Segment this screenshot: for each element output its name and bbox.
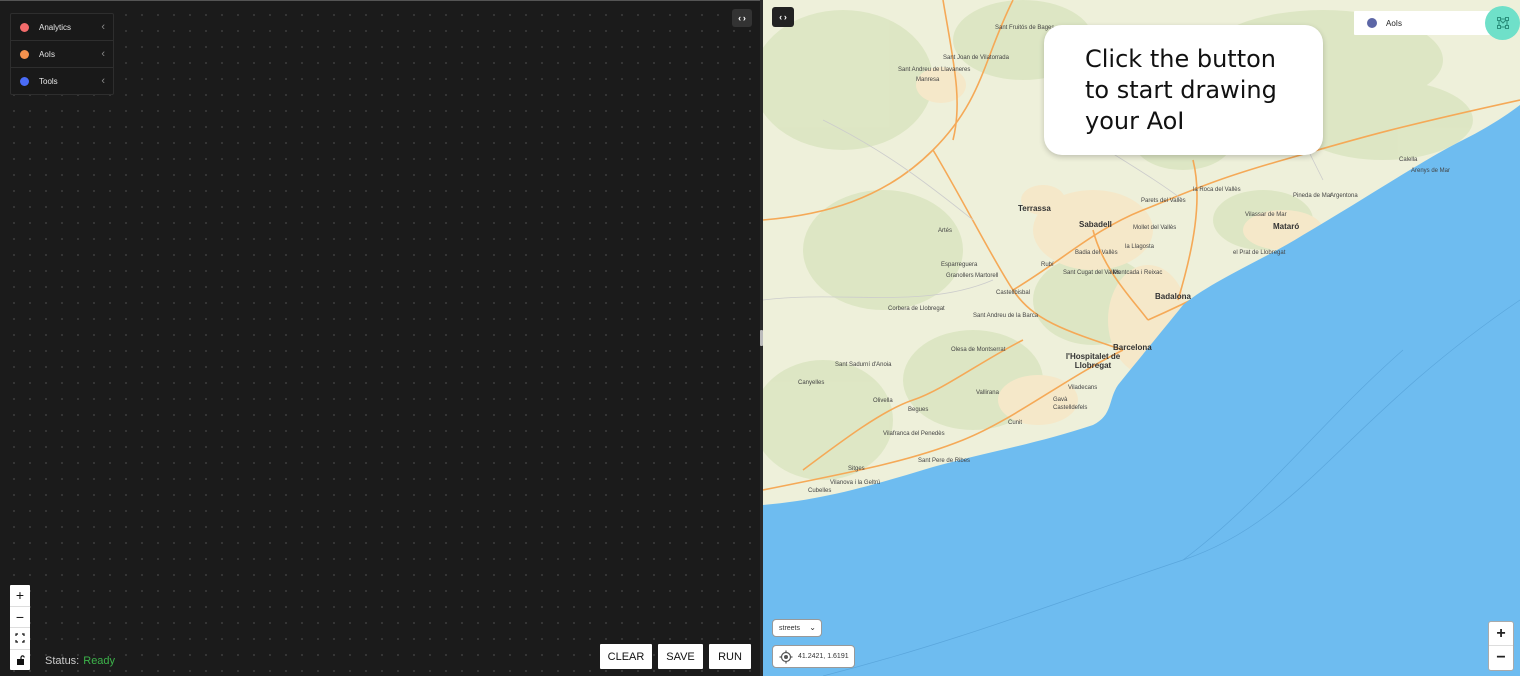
map-label: Pineda de Mar [1293,193,1333,199]
lock-button[interactable] [10,650,30,671]
chevron-left-icon: ‹ [101,48,105,60]
map-style-select[interactable]: streets ⌄ [772,619,822,637]
menu-item-analytics[interactable]: Analytics ‹ [11,14,113,41]
menu-item-tools[interactable]: Tools ‹ [11,68,113,94]
map-label: Badia del Vallès [1075,250,1118,256]
map-label: Sant Fruitós de Bages [995,25,1055,31]
coordinates-display[interactable]: 41.2421, 1.6191 [772,645,855,668]
map-label: la Llagosta [1125,244,1155,250]
code-brackets-icon: ‹ › [738,13,746,23]
map-label: Vilanova i la Geltrú [830,480,881,486]
map-label: Vallirana [976,390,999,396]
chevron-down-icon: ⌄ [809,623,816,632]
map-label-badalona: Badalona [1155,292,1192,301]
map-label-barcelona: Barcelona [1113,343,1152,352]
menu-item-label: Analytics [39,22,72,32]
draw-hint-tooltip: Click the button to start drawing your A… [1044,25,1323,155]
map-label: Corbera de Llobregat [888,306,945,312]
map-label: la Roca del Vallès [1193,187,1241,193]
plus-icon: + [1496,624,1506,642]
map-label: el Prat de Llobregat [1233,250,1286,256]
save-button[interactable]: SAVE [658,644,703,669]
fit-view-button[interactable] [10,628,30,650]
fit-view-icon [15,633,25,643]
map-label: Olivella [873,398,893,404]
menu-item-label: AoIs [39,49,56,59]
draw-aoi-button[interactable] [1485,6,1520,40]
map-label: Vilassar de Mar [1245,212,1287,218]
map-label-mataro: Mataró [1273,222,1300,231]
map-label: Canyelles [798,380,825,386]
chevron-left-icon: ‹ [101,21,105,33]
map-label: Sitges [848,466,865,472]
canvas-panel[interactable]: Analytics ‹ AoIs ‹ Tools ‹ ‹ › + − Statu… [0,0,760,676]
map-label: Viladecans [1068,385,1098,391]
aois-dot-icon [20,49,29,59]
minus-icon: − [1496,648,1506,666]
zoom-out-button[interactable]: − [10,607,30,628]
map-label: Begues [908,407,929,413]
chevron-left-icon: ‹ [101,75,105,87]
map-label: Argentona [1330,193,1358,199]
map-label-terrassa: Terrassa [1018,204,1051,213]
map-zoom-in-button[interactable]: + [1489,622,1513,646]
map-label: Arenys de Mar [1411,168,1451,174]
map-label: Artés [938,228,953,234]
map-label: Sant Andreu de Llavaneres [898,67,971,73]
map-label: Castellbisbal [996,290,1031,296]
tools-dot-icon [20,76,29,86]
map-label: Cunit [1008,420,1023,426]
aoi-legend-label: AoIs [1386,18,1403,28]
map-label: Sant Cugat del Vallès [1063,270,1121,276]
map-label: Olesa de Montserrat [951,347,1006,353]
map-label: Gavà [1053,397,1068,403]
map-zoom-controls: + − [1488,621,1514,671]
map-label-sabadell: Sabadell [1079,220,1112,229]
code-brackets-icon: ‹ › [779,12,787,22]
coordinates-value: 41.2421, 1.6191 [798,653,849,660]
aoi-legend: AoIs [1354,11,1494,35]
map-label: Martorell [975,273,999,279]
map-label: Esparreguera [941,262,978,268]
map-label: Mollet del Vallès [1133,225,1177,231]
map-label: Cubelles [808,488,832,494]
canvas-zoom-controls: + − [10,585,30,670]
map-style-value: streets [779,624,801,632]
map-label: Sant Andreu de la Barca [973,313,1039,319]
map-label: Sant Sadurní d'Anoia [835,362,892,368]
draw-hint-text: Click the button to start drawing your A… [1085,45,1277,135]
toggle-panel-button[interactable]: ‹ › [732,9,752,27]
zoom-in-button[interactable]: + [10,585,30,607]
plus-icon: + [15,587,25,604]
menu-item-label: Tools [39,76,58,86]
run-button[interactable]: RUN [709,644,751,669]
map-label: Vilafranca del Penedès [883,431,945,437]
map-zoom-out-button[interactable]: − [1489,646,1513,669]
map-label: Granollers [946,273,974,279]
status-indicator: Status: Ready [45,655,115,667]
crosshair-icon [779,650,793,663]
minus-icon: − [15,608,25,625]
toggle-map-panel-button[interactable]: ‹ › [772,7,794,27]
map-label: Calella [1399,157,1418,163]
unlock-icon [16,655,25,665]
aoi-legend-dot-icon [1367,18,1377,28]
map-label: Montcada i Reixac [1113,270,1163,276]
layer-menu: Analytics ‹ AoIs ‹ Tools ‹ [10,13,114,95]
clear-button[interactable]: CLEAR [600,644,652,669]
polygon-draw-icon [1496,17,1509,29]
map-label-hospitalet: l'Hospitalet de Llobregat [1065,352,1121,370]
map-label: Sant Joan de Vilatorrada [943,55,1009,61]
status-value: Ready [83,655,116,667]
map-label: Castelldefels [1053,405,1088,411]
map-label-manresa: Manresa [916,77,940,83]
menu-item-aois[interactable]: AoIs ‹ [11,41,113,68]
status-label: Status: [45,655,80,667]
map-label: Parets del Vallès [1141,198,1186,204]
map-label: Sant Pere de Ribes [918,458,971,464]
map-label: Rubí [1041,262,1054,268]
analytics-dot-icon [20,22,29,32]
